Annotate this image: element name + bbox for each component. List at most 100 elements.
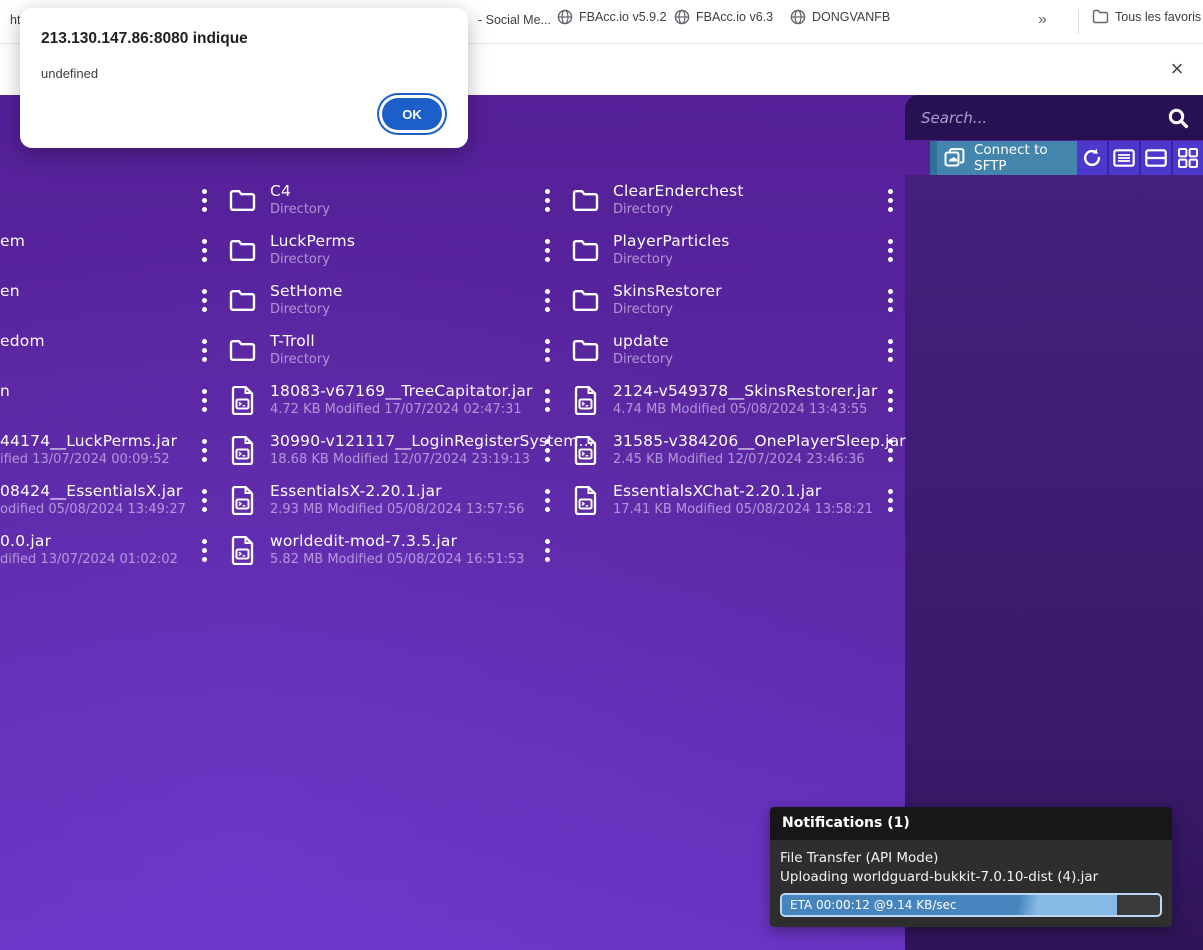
bookmark-social[interactable]: - Social Me... (478, 13, 551, 27)
directory-entry[interactable]: PlayerParticlesDirectory (544, 230, 730, 270)
close-icon[interactable]: × (1167, 59, 1187, 79)
kebab-menu-icon[interactable] (544, 539, 550, 562)
bookmark-fbacc-592[interactable]: FBAcc.io v5.9.2 (557, 9, 667, 25)
directory-entry[interactable]: LuckPermsDirectory (201, 230, 355, 270)
notification-line-1: File Transfer (API Mode) (780, 849, 1162, 868)
hidden-column-entry (887, 180, 893, 220)
kebab-menu-icon[interactable] (887, 239, 893, 262)
file-subtitle: Directory (613, 302, 722, 318)
folder-icon (570, 189, 600, 212)
hidden-column-entry (887, 480, 893, 520)
connect-to-sftp-label: Connect to SFTP (974, 142, 1077, 174)
file-name: 2124-v549378__SkinsRestorer.jar (613, 382, 878, 400)
search-icon[interactable] (1167, 107, 1189, 129)
folder-icon (570, 339, 600, 362)
file-subtitle: 5.82 MB Modified 05/08/2024 16:51:53 (270, 552, 524, 568)
connect-to-sftp-button[interactable]: Connect to SFTP (930, 141, 1077, 175)
kebab-menu-icon[interactable] (201, 289, 207, 312)
file-name: 44174__LuckPerms.jar (0, 432, 177, 450)
file-subtitle: 4.74 MB Modified 05/08/2024 13:43:55 (613, 402, 878, 418)
bookmark-label: DONGVANFB (812, 10, 890, 24)
bookmarks-divider (1078, 9, 1079, 34)
jar-file-icon (570, 486, 600, 515)
kebab-menu-icon[interactable] (544, 339, 550, 362)
kebab-menu-icon[interactable] (887, 389, 893, 412)
hidden-column-entry (887, 230, 893, 270)
file-entry[interactable]: EssentialsX-2.20.1.jar2.93 MB Modified 0… (201, 480, 524, 520)
bookmarks-overflow-chevron[interactable]: » (1038, 11, 1047, 29)
notifications-panel: Notifications (1) File Transfer (API Mod… (770, 807, 1172, 927)
file-entry[interactable]: 31585-v384206__OnePlayerSleep.jar 2.45 KB… (544, 430, 906, 470)
file-entry[interactable]: EssentialsXChat-2.20.1.jar17.41 KB Modif… (544, 480, 873, 520)
directory-entry[interactable]: SkinsRestorerDirectory (544, 280, 722, 320)
file-name: edom (0, 332, 45, 350)
kebab-menu-icon[interactable] (201, 539, 207, 562)
grid-view-icon (1178, 148, 1198, 168)
list-view-button[interactable] (1107, 141, 1139, 175)
file-entry[interactable]: 18083-v67169__TreeCapitator.jar 4.72 KB M… (201, 380, 533, 420)
grid-view-button[interactable] (1171, 141, 1203, 175)
kebab-menu-icon[interactable] (544, 439, 550, 462)
list-detail-icon (1113, 149, 1135, 167)
clipped-file-entry: 0.0.jardified 13/07/2024 01:02:02 (0, 532, 178, 568)
directory-entry[interactable]: updateDirectory (544, 330, 673, 370)
kebab-menu-icon[interactable] (201, 339, 207, 362)
alert-dialog-title: 213.130.147.86:8080 indique (41, 30, 248, 48)
clipped-file-entry: 08424__EssentialsX.jarodified 05/08/2024… (0, 482, 186, 518)
kebab-menu-icon[interactable] (544, 389, 550, 412)
kebab-menu-icon[interactable] (887, 289, 893, 312)
directory-entry[interactable]: SetHomeDirectory (201, 280, 343, 320)
file-name: 31585-v384206__OnePlayerSleep.jar (613, 432, 906, 450)
kebab-menu-icon[interactable] (544, 239, 550, 262)
hidden-column-entry (544, 530, 550, 570)
split-rows-icon (1145, 149, 1167, 167)
kebab-menu-icon[interactable] (887, 489, 893, 512)
file-entry[interactable]: 30990-v121117__LoginRegisterSystem...18.… (201, 430, 594, 470)
file-subtitle: 17.41 KB Modified 05/08/2024 13:58:21 (613, 502, 873, 518)
folder-icon (570, 289, 600, 312)
globe-icon (790, 9, 806, 25)
hidden-column-entry (887, 280, 893, 320)
kebab-menu-icon[interactable] (201, 389, 207, 412)
file-subtitle: dified 13/07/2024 01:02:02 (0, 552, 178, 568)
file-subtitle: Directory (270, 302, 343, 318)
search-input[interactable] (905, 109, 1161, 127)
folder-icon (227, 339, 257, 362)
all-favorites-button[interactable]: Tous les favoris (1092, 9, 1201, 24)
file-name: LuckPerms (270, 232, 355, 250)
file-entry[interactable]: worldedit-mod-7.3.5.jar5.82 MB Modified … (201, 530, 524, 570)
kebab-menu-icon[interactable] (201, 439, 207, 462)
file-name: 18083-v67169__TreeCapitator.jar (270, 382, 533, 400)
kebab-menu-icon[interactable] (544, 289, 550, 312)
notification-item: File Transfer (API Mode) Uploading world… (770, 840, 1172, 927)
hidden-column-entry (887, 430, 893, 470)
screen: Connect to SFTP (0, 0, 1203, 950)
file-subtitle: 4.72 KB Modified 17/07/2024 02:47:31 (270, 402, 533, 418)
rows-view-button[interactable] (1139, 141, 1171, 175)
folder-icon (570, 239, 600, 262)
kebab-menu-icon[interactable] (887, 189, 893, 212)
kebab-menu-icon[interactable] (201, 489, 207, 512)
ok-button[interactable]: OK (382, 98, 442, 130)
directory-entry[interactable]: T-TrollDirectory (201, 330, 330, 370)
kebab-menu-icon[interactable] (201, 239, 207, 262)
jar-file-icon (570, 386, 600, 415)
notifications-title: Notifications (1) (770, 807, 1172, 840)
kebab-menu-icon[interactable] (201, 189, 207, 212)
kebab-menu-icon[interactable] (887, 439, 893, 462)
jar-file-icon (227, 386, 257, 415)
kebab-menu-icon[interactable] (544, 489, 550, 512)
directory-entry[interactable]: C4Directory (201, 180, 330, 220)
all-favorites-label: Tous les favoris (1115, 10, 1201, 24)
refresh-button[interactable] (1077, 141, 1107, 175)
bookmark-dongvanfb[interactable]: DONGVANFB (790, 9, 890, 25)
directory-entry[interactable]: ClearEnderchestDirectory (544, 180, 744, 220)
bookmark-fbacc-63[interactable]: FBAcc.io v6.3 (674, 9, 773, 25)
kebab-menu-icon[interactable] (887, 339, 893, 362)
file-name: PlayerParticles (613, 232, 730, 250)
file-subtitle: 2.45 KB Modified 12/07/2024 23:46:36 (613, 452, 906, 468)
file-name: em (0, 232, 25, 250)
kebab-menu-icon[interactable] (544, 189, 550, 212)
file-subtitle: Directory (270, 202, 330, 218)
file-entry[interactable]: 2124-v549378__SkinsRestorer.jar 4.74 MB M… (544, 380, 878, 420)
